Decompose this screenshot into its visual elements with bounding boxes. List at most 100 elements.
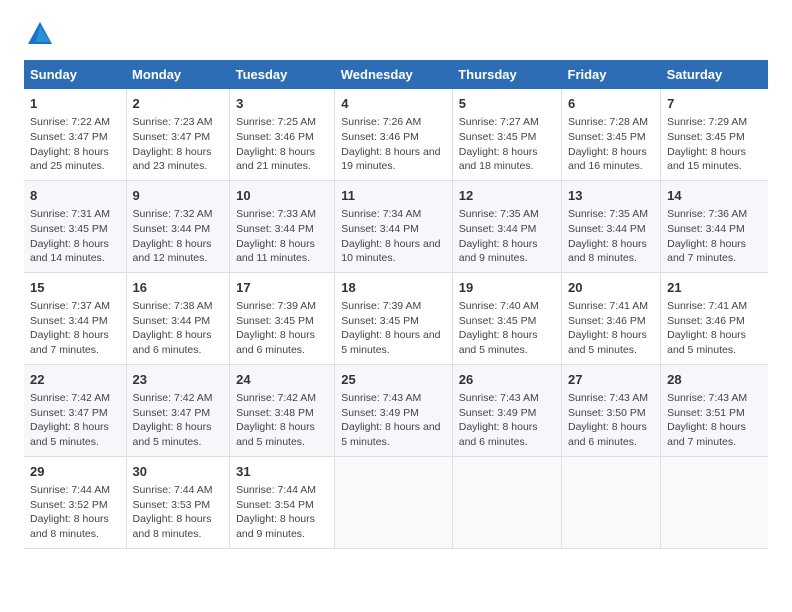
day-info: Sunrise: 7:38 AMSunset: 3:44 PMDaylight:… [133, 299, 224, 358]
day-info: Sunrise: 7:39 AMSunset: 3:45 PMDaylight:… [341, 299, 445, 358]
day-info: Sunrise: 7:44 AMSunset: 3:53 PMDaylight:… [133, 483, 224, 542]
day-number: 14 [667, 187, 762, 205]
calendar-cell: 27 Sunrise: 7:43 AMSunset: 3:50 PMDayligh… [562, 364, 661, 456]
calendar-cell: 12 Sunrise: 7:35 AMSunset: 3:44 PMDayligh… [452, 180, 561, 272]
day-info: Sunrise: 7:40 AMSunset: 3:45 PMDaylight:… [459, 299, 555, 358]
day-info: Sunrise: 7:23 AMSunset: 3:47 PMDaylight:… [133, 115, 224, 174]
calendar-cell: 9 Sunrise: 7:32 AMSunset: 3:44 PMDaylight… [126, 180, 230, 272]
calendar-week-row: 29 Sunrise: 7:44 AMSunset: 3:52 PMDayligh… [24, 456, 768, 548]
day-info: Sunrise: 7:42 AMSunset: 3:47 PMDaylight:… [133, 391, 224, 450]
day-number: 20 [568, 279, 654, 297]
calendar-cell: 5 Sunrise: 7:27 AMSunset: 3:45 PMDaylight… [452, 89, 561, 180]
day-info: Sunrise: 7:35 AMSunset: 3:44 PMDaylight:… [459, 207, 555, 266]
day-number: 17 [236, 279, 328, 297]
day-number: 27 [568, 371, 654, 389]
day-info: Sunrise: 7:39 AMSunset: 3:45 PMDaylight:… [236, 299, 328, 358]
header-day-friday: Friday [562, 60, 661, 89]
day-number: 29 [30, 463, 120, 481]
day-number: 4 [341, 95, 445, 113]
header-day-monday: Monday [126, 60, 230, 89]
calendar-cell: 3 Sunrise: 7:25 AMSunset: 3:46 PMDaylight… [230, 89, 335, 180]
day-info: Sunrise: 7:36 AMSunset: 3:44 PMDaylight:… [667, 207, 762, 266]
calendar-header-row: SundayMondayTuesdayWednesdayThursdayFrid… [24, 60, 768, 89]
calendar-cell: 13 Sunrise: 7:35 AMSunset: 3:44 PMDayligh… [562, 180, 661, 272]
day-number: 9 [133, 187, 224, 205]
day-number: 11 [341, 187, 445, 205]
day-info: Sunrise: 7:41 AMSunset: 3:46 PMDaylight:… [667, 299, 762, 358]
logo [24, 20, 54, 48]
day-info: Sunrise: 7:41 AMSunset: 3:46 PMDaylight:… [568, 299, 654, 358]
calendar-cell: 18 Sunrise: 7:39 AMSunset: 3:45 PMDayligh… [335, 272, 452, 364]
day-number: 30 [133, 463, 224, 481]
day-info: Sunrise: 7:44 AMSunset: 3:52 PMDaylight:… [30, 483, 120, 542]
day-number: 19 [459, 279, 555, 297]
calendar-cell: 26Sunrise: 7:43 AMSunset: 3:49 PMDayligh… [452, 364, 561, 456]
calendar-cell: 23 Sunrise: 7:42 AMSunset: 3:47 PMDayligh… [126, 364, 230, 456]
day-number: 23 [133, 371, 224, 389]
calendar-table: SundayMondayTuesdayWednesdayThursdayFrid… [24, 60, 768, 549]
day-number: 16 [133, 279, 224, 297]
day-info: Sunrise: 7:35 AMSunset: 3:44 PMDaylight:… [568, 207, 654, 266]
day-number: 3 [236, 95, 328, 113]
calendar-cell: 20 Sunrise: 7:41 AMSunset: 3:46 PMDayligh… [562, 272, 661, 364]
day-number: 15 [30, 279, 120, 297]
day-number: 6 [568, 95, 654, 113]
calendar-cell: 11 Sunrise: 7:34 AMSunset: 3:44 PMDayligh… [335, 180, 452, 272]
day-number: 18 [341, 279, 445, 297]
day-number: 10 [236, 187, 328, 205]
calendar-week-row: 22 Sunrise: 7:42 AMSunset: 3:47 PMDayligh… [24, 364, 768, 456]
calendar-cell: 1Sunrise: 7:22 AMSunset: 3:47 PMDaylight… [24, 89, 126, 180]
day-number: 5 [459, 95, 555, 113]
logo-icon [26, 20, 54, 48]
calendar-cell: 14 Sunrise: 7:36 AMSunset: 3:44 PMDayligh… [661, 180, 768, 272]
day-info: Sunrise: 7:28 AMSunset: 3:45 PMDaylight:… [568, 115, 654, 174]
day-info: Sunrise: 7:42 AMSunset: 3:47 PMDaylight:… [30, 391, 120, 450]
day-number: 24 [236, 371, 328, 389]
day-number: 22 [30, 371, 120, 389]
day-info: Sunrise: 7:34 AMSunset: 3:44 PMDaylight:… [341, 207, 445, 266]
day-info: Sunrise: 7:25 AMSunset: 3:46 PMDaylight:… [236, 115, 328, 174]
day-number: 7 [667, 95, 762, 113]
calendar-cell: 24Sunrise: 7:42 AMSunset: 3:48 PMDayligh… [230, 364, 335, 456]
calendar-cell: 31 Sunrise: 7:44 AMSunset: 3:54 PMDayligh… [230, 456, 335, 548]
day-info: Sunrise: 7:29 AMSunset: 3:45 PMDaylight:… [667, 115, 762, 174]
day-info: Sunrise: 7:27 AMSunset: 3:45 PMDaylight:… [459, 115, 555, 174]
calendar-cell: 2Sunrise: 7:23 AMSunset: 3:47 PMDaylight… [126, 89, 230, 180]
calendar-week-row: 8 Sunrise: 7:31 AMSunset: 3:45 PMDaylight… [24, 180, 768, 272]
day-info: Sunrise: 7:26 AMSunset: 3:46 PMDaylight:… [341, 115, 445, 174]
day-info: Sunrise: 7:32 AMSunset: 3:44 PMDaylight:… [133, 207, 224, 266]
header-day-thursday: Thursday [452, 60, 561, 89]
day-info: Sunrise: 7:43 AMSunset: 3:51 PMDaylight:… [667, 391, 762, 450]
calendar-cell: 16 Sunrise: 7:38 AMSunset: 3:44 PMDayligh… [126, 272, 230, 364]
day-info: Sunrise: 7:31 AMSunset: 3:45 PMDaylight:… [30, 207, 120, 266]
day-info: Sunrise: 7:37 AMSunset: 3:44 PMDaylight:… [30, 299, 120, 358]
calendar-cell: 15 Sunrise: 7:37 AMSunset: 3:44 PMDayligh… [24, 272, 126, 364]
day-info: Sunrise: 7:43 AMSunset: 3:50 PMDaylight:… [568, 391, 654, 450]
day-info: Sunrise: 7:33 AMSunset: 3:44 PMDaylight:… [236, 207, 328, 266]
calendar-cell: 29 Sunrise: 7:44 AMSunset: 3:52 PMDayligh… [24, 456, 126, 548]
day-number: 1 [30, 95, 120, 113]
day-number: 13 [568, 187, 654, 205]
day-info: Sunrise: 7:43 AMSunset: 3:49 PMDaylight:… [459, 391, 555, 450]
calendar-cell: 7 Sunrise: 7:29 AMSunset: 3:45 PMDaylight… [661, 89, 768, 180]
day-info: Sunrise: 7:43 AMSunset: 3:49 PMDaylight:… [341, 391, 445, 450]
day-info: Sunrise: 7:44 AMSunset: 3:54 PMDaylight:… [236, 483, 328, 542]
day-number: 21 [667, 279, 762, 297]
day-number: 31 [236, 463, 328, 481]
day-number: 12 [459, 187, 555, 205]
calendar-cell [452, 456, 561, 548]
calendar-cell: 8 Sunrise: 7:31 AMSunset: 3:45 PMDaylight… [24, 180, 126, 272]
calendar-cell: 4 Sunrise: 7:26 AMSunset: 3:46 PMDaylight… [335, 89, 452, 180]
calendar-cell: 25 Sunrise: 7:43 AMSunset: 3:49 PMDayligh… [335, 364, 452, 456]
calendar-cell: 17 Sunrise: 7:39 AMSunset: 3:45 PMDayligh… [230, 272, 335, 364]
header-day-wednesday: Wednesday [335, 60, 452, 89]
calendar-cell: 10 Sunrise: 7:33 AMSunset: 3:44 PMDayligh… [230, 180, 335, 272]
calendar-week-row: 1Sunrise: 7:22 AMSunset: 3:47 PMDaylight… [24, 89, 768, 180]
calendar-cell [661, 456, 768, 548]
calendar-cell: 19 Sunrise: 7:40 AMSunset: 3:45 PMDayligh… [452, 272, 561, 364]
day-number: 28 [667, 371, 762, 389]
day-number: 8 [30, 187, 120, 205]
day-number: 25 [341, 371, 445, 389]
calendar-cell [335, 456, 452, 548]
calendar-cell [562, 456, 661, 548]
